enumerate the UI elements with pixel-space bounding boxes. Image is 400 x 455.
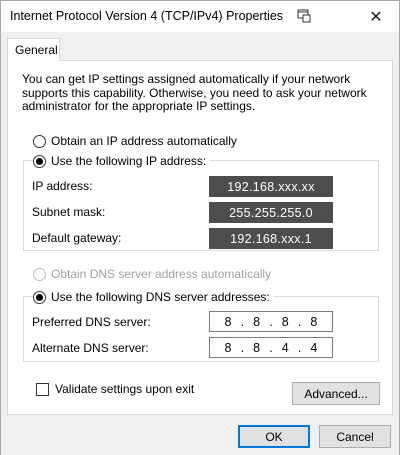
dns-auto-radio[interactable] — [33, 267, 46, 281]
intro-text: You can get IP settings assigned automat… — [22, 72, 367, 113]
ok-button[interactable]: OK — [238, 425, 310, 448]
close-button[interactable]: ✕ — [353, 1, 399, 32]
ip-auto-option[interactable]: Obtain an IP address automatically — [33, 134, 241, 148]
ip-address-field[interactable]: 192.168.xxx.xx — [209, 176, 333, 197]
general-tab-panel: You can get IP settings assigned automat… — [7, 60, 393, 415]
window-title: Internet Protocol Version 4 (TCP/IPv4) P… — [10, 9, 284, 23]
alternate-dns-label: Alternate DNS server: — [32, 341, 149, 355]
octet: 8 — [253, 314, 261, 329]
tab-general[interactable]: General — [7, 38, 60, 61]
ip-manual-label: Use the following IP address: — [51, 154, 207, 168]
context-help-icon[interactable] — [297, 9, 311, 23]
octet: 8 — [310, 314, 318, 329]
title-bar: Internet Protocol Version 4 (TCP/IPv4) P… — [1, 1, 399, 32]
octet: 4 — [281, 340, 289, 355]
cancel-button[interactable]: Cancel — [319, 425, 391, 448]
close-icon: ✕ — [369, 8, 383, 26]
ip-manual-radio[interactable] — [33, 154, 46, 168]
dns-manual-option[interactable]: Use the following DNS server addresses: — [33, 290, 274, 304]
octet: 8 — [224, 340, 232, 355]
ip-address-label: IP address: — [32, 179, 93, 193]
octet-dot: . — [269, 314, 273, 329]
octet-dot: . — [297, 314, 302, 329]
ip-auto-radio[interactable] — [33, 134, 46, 148]
dns-auto-option[interactable]: Obtain DNS server address automatically — [33, 267, 276, 281]
dns-manual-label: Use the following DNS server addresses: — [51, 290, 270, 304]
dialog-footer: OK Cancel — [1, 415, 399, 455]
validate-option[interactable]: Validate settings upon exit — [36, 382, 199, 396]
subnet-mask-field[interactable]: 255.255.255.0 — [209, 202, 333, 223]
validate-checkbox[interactable] — [36, 382, 49, 396]
validate-label: Validate settings upon exit — [55, 382, 195, 396]
alternate-dns-field[interactable]: 8 . 8 . 4 . 4 — [209, 337, 333, 358]
octet: 8 — [224, 314, 232, 329]
octet-dot: . — [240, 314, 245, 329]
subnet-mask-label: Subnet mask: — [32, 205, 106, 219]
octet-dot: . — [269, 340, 273, 355]
preferred-dns-label: Preferred DNS server: — [32, 315, 151, 329]
default-gateway-field[interactable]: 192.168.xxx.1 — [209, 228, 333, 249]
octet: 4 — [310, 340, 318, 355]
dns-auto-label: Obtain DNS server address automatically — [51, 267, 272, 281]
ip-manual-option[interactable]: Use the following IP address: — [33, 154, 211, 168]
octet: 8 — [253, 340, 261, 355]
ip-auto-label: Obtain an IP address automatically — [51, 134, 237, 148]
octet-dot: . — [240, 340, 245, 355]
octet-dot: . — [297, 340, 302, 355]
advanced-button[interactable]: Advanced... — [292, 382, 380, 405]
dns-manual-radio[interactable] — [33, 290, 46, 304]
ipv4-properties-dialog: Internet Protocol Version 4 (TCP/IPv4) P… — [0, 0, 400, 455]
default-gateway-label: Default gateway: — [32, 231, 122, 245]
preferred-dns-field[interactable]: 8 . 8 . 8 . 8 — [209, 311, 333, 332]
octet: 8 — [281, 314, 289, 329]
